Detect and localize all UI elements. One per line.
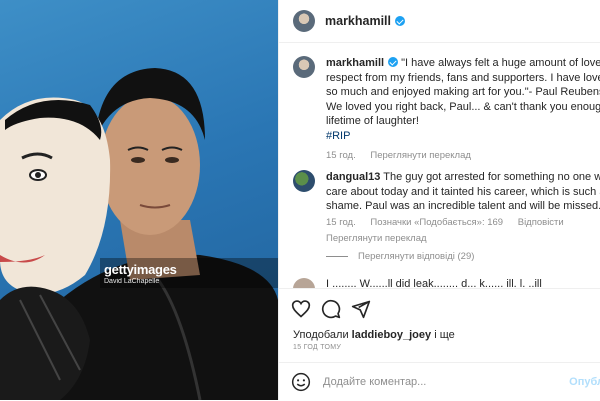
caption-meta: 15 год. Переглянути переклад [326, 149, 600, 164]
caption-text: markhamill "I have always felt a huge am… [326, 56, 600, 164]
avatar[interactable] [293, 170, 315, 192]
comment-icon[interactable] [321, 299, 341, 319]
getty-logo: gettyimages [104, 262, 177, 277]
verified-icon [395, 16, 406, 26]
photo-credit: David LaChapelle [104, 278, 160, 285]
hashtag-link[interactable]: #RIP [326, 130, 350, 142]
comment-likes[interactable]: Позначки «Подобається»: 169 [370, 217, 503, 228]
verified-icon [388, 57, 399, 67]
share-icon[interactable] [351, 299, 371, 319]
emoji-icon[interactable] [291, 372, 311, 392]
partial-comment: I ........ W......ll did leak........ d.… [293, 278, 600, 288]
translate-button[interactable]: Переглянути переклад [370, 150, 471, 161]
caption-line: lifetime of laughter! [326, 115, 419, 127]
view-replies-button[interactable]: Переглянути відповіді (29) [326, 251, 474, 262]
caption-username[interactable]: markhamill [326, 57, 384, 69]
comment-input[interactable]: Додайте коментар... [323, 376, 600, 388]
likes-prefix: Уподобали [293, 329, 349, 341]
comment-translate-row: Переглянути переклад [326, 232, 600, 247]
comment-composer: Додайте коментар... Опубл [279, 362, 600, 401]
likes-suffix[interactable]: і ще [434, 329, 455, 341]
instagram-post: gettyimages David LaChapelle markhamill … [0, 0, 600, 400]
replies-divider [326, 256, 348, 257]
likes-user[interactable]: laddieboy_joey [352, 329, 431, 341]
caption-line: We loved you right back, Paul... & can't… [326, 100, 600, 113]
getty-watermark: gettyimages David LaChapelle [104, 262, 177, 285]
avatar[interactable] [293, 10, 315, 32]
heart-icon[interactable] [291, 299, 311, 319]
partial-comment-text: I ........ W......ll did leak........ d.… [326, 278, 542, 288]
caption: markhamill "I have always felt a huge am… [293, 56, 600, 164]
comment-line: care about today and it tainted his care… [326, 185, 600, 198]
comment-text: dangual13 The guy got arrested for somet… [326, 170, 600, 247]
comment: dangual13 The guy got arrested for somet… [293, 170, 600, 247]
translate-button[interactable]: Переглянути переклад [326, 233, 427, 244]
post-comment-button[interactable]: Опубл [569, 376, 600, 388]
comment-username[interactable]: dangual13 [326, 171, 380, 183]
comment-time: 15 год. [326, 216, 356, 228]
caption-line: "I have always felt a huge amount of lov… [401, 57, 600, 69]
post-header: markhamill [279, 0, 600, 43]
avatar[interactable] [293, 278, 315, 288]
caption-line: so much and enjoyed making art for you."… [326, 86, 600, 98]
photo-illustration [0, 68, 278, 400]
reply-button[interactable]: Відповісти [518, 217, 564, 228]
avatar[interactable] [293, 56, 315, 78]
view-replies-label: Переглянути відповіді (29) [358, 251, 475, 262]
header-username[interactable]: markhamill [325, 14, 391, 28]
post-photo[interactable]: gettyimages David LaChapelle [0, 0, 278, 400]
comment-line: shame. Paul was an incredible talent and… [326, 200, 600, 212]
likes-summary: Уподобали laddieboy_joey і ще [293, 329, 455, 341]
caption-time: 15 год. [326, 150, 356, 161]
post-sidebar: markhamill markhamill "I have always fel… [278, 0, 600, 400]
comment-line: The guy got arrested for something no on… [383, 171, 600, 183]
post-timestamp: 15 ГОД ТОМУ [293, 344, 342, 351]
action-bar [279, 288, 600, 329]
caption-line: respect from my friends, fans and suppor… [326, 71, 600, 84]
comment-meta: 15 год. Позначки «Подобається»: 169 Відп… [326, 216, 600, 231]
